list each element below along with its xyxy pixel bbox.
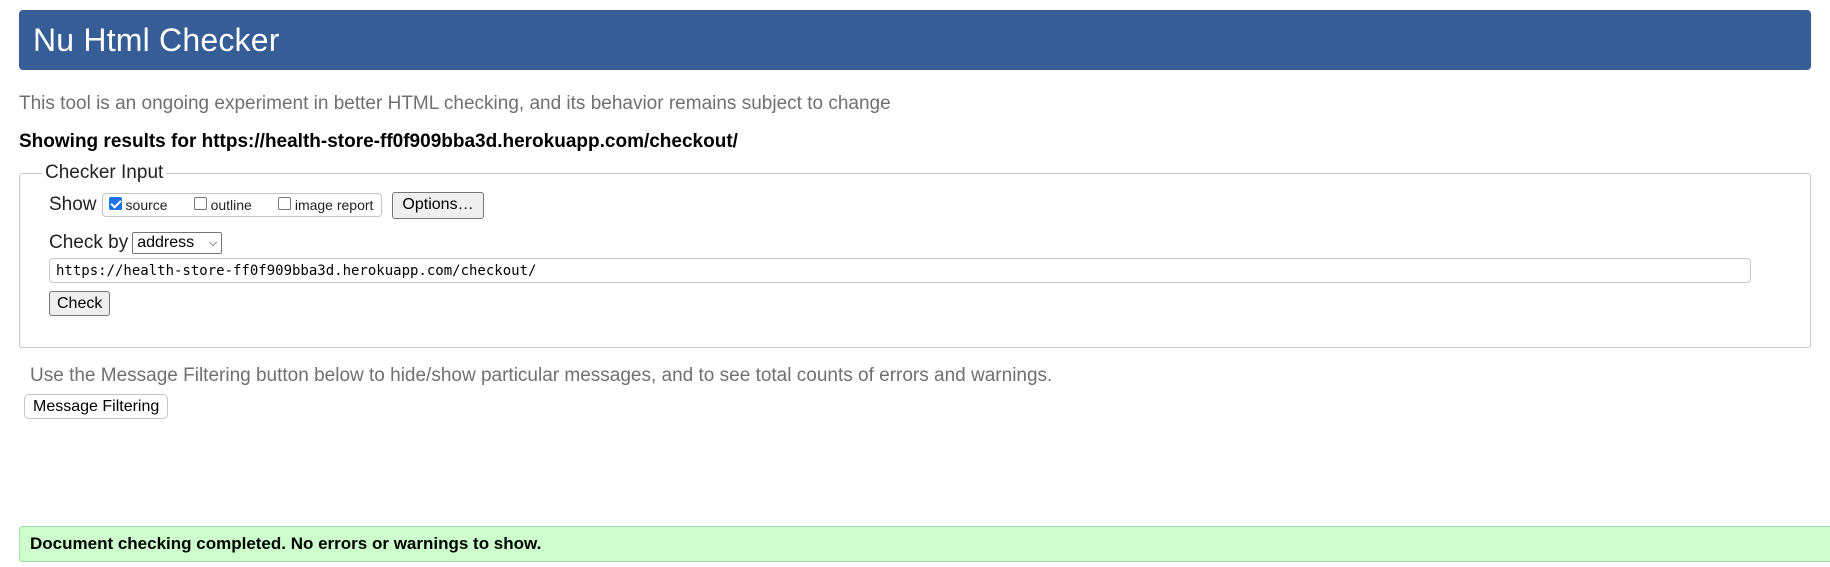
outline-label: outline bbox=[210, 197, 252, 213]
check-by-select[interactable]: address ⌵ bbox=[132, 232, 223, 254]
source-label: source bbox=[125, 197, 168, 213]
showing-results-heading: Showing results for https://health-store… bbox=[19, 131, 738, 152]
page: Nu Html Checker This tool is an ongoing … bbox=[0, 0, 1830, 567]
chevron-down-icon: ⌵ bbox=[208, 236, 218, 249]
show-outline-option[interactable]: outline bbox=[193, 196, 252, 213]
image-report-checkbox[interactable] bbox=[277, 196, 291, 210]
show-options-group: source outline image report bbox=[101, 193, 383, 217]
show-row: Show source outline image report Options… bbox=[49, 191, 1810, 219]
message-filtering-hint: Use the Message Filtering button below t… bbox=[30, 365, 1053, 386]
show-source-option[interactable]: source bbox=[108, 196, 168, 213]
show-label: Show bbox=[49, 194, 97, 215]
image-report-label: image report bbox=[294, 197, 374, 213]
options-button[interactable]: Options… bbox=[392, 191, 484, 219]
check-by-selected-value: address bbox=[137, 234, 195, 251]
checker-input-fieldset: Checker Input Show source outline image … bbox=[19, 162, 1811, 348]
message-filtering-button[interactable]: Message Filtering bbox=[24, 394, 169, 419]
result-success-banner: Document checking completed. No errors o… bbox=[19, 526, 1830, 562]
show-image-report-option[interactable]: image report bbox=[277, 196, 374, 213]
intro-text: This tool is an ongoing experiment in be… bbox=[19, 93, 891, 114]
check-by-label: Check by bbox=[49, 232, 129, 253]
page-header: Nu Html Checker bbox=[19, 10, 1811, 70]
outline-checkbox[interactable] bbox=[193, 196, 207, 210]
url-input[interactable]: https://health-store-ff0f909bba3d.heroku… bbox=[49, 258, 1751, 283]
check-by-row: Check by address ⌵ bbox=[49, 231, 1810, 255]
checker-input-legend: Checker Input bbox=[45, 162, 164, 183]
page-title: Nu Html Checker bbox=[33, 21, 280, 58]
check-button[interactable]: Check bbox=[49, 291, 111, 316]
source-checkbox[interactable] bbox=[108, 196, 122, 210]
